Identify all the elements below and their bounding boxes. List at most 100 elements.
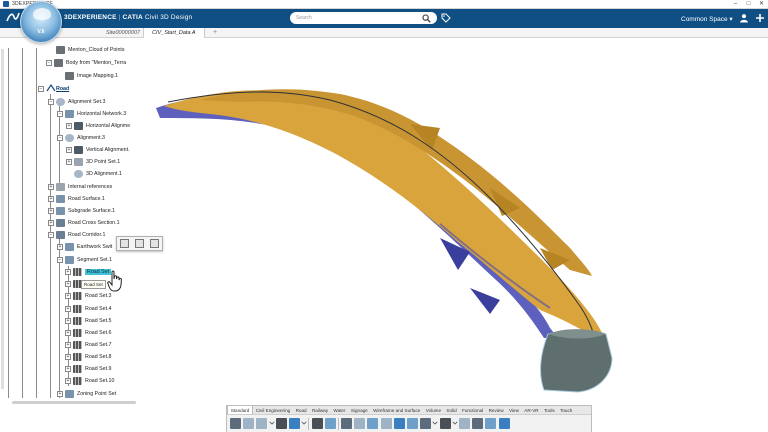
- tree-item-3d-alignment[interactable]: 3D Alignment.1: [74, 168, 122, 179]
- tab-tools[interactable]: Tools: [541, 406, 557, 414]
- tree-horizontal-scrollbar[interactable]: [12, 401, 136, 404]
- expand-toggle[interactable]: +: [66, 122, 72, 129]
- tab-civ-start-data[interactable]: CIV_Start_Data A: [143, 28, 205, 38]
- tree-item-alignment-set[interactable]: − Alignment Set.3: [48, 96, 105, 107]
- dropdown-arrow-icon[interactable]: [451, 419, 458, 425]
- tag-icon[interactable]: [441, 13, 451, 23]
- tab-touch[interactable]: Touch: [557, 406, 575, 414]
- search-input[interactable]: Search: [296, 15, 422, 21]
- close-button[interactable]: ✕: [755, 0, 768, 8]
- dropdown-arrow-icon[interactable]: [268, 419, 275, 425]
- tree-item-3d-point-set[interactable]: + 3D Point Set.1: [66, 156, 120, 167]
- tab-signage[interactable]: Signage: [348, 406, 370, 414]
- 3d-viewport[interactable]: [140, 38, 768, 402]
- expand-toggle[interactable]: +: [48, 183, 54, 190]
- tree-item-road-surface[interactable]: + Road Surface.1: [48, 193, 105, 204]
- expand-toggle[interactable]: +: [65, 365, 71, 372]
- tree-item-road-set-8[interactable]: + Road Set.8: [65, 351, 112, 362]
- tree-item-subgrade-surface[interactable]: + Subgrade Surface.1: [48, 205, 115, 216]
- tab-view[interactable]: View: [506, 406, 521, 414]
- road-tool-icon[interactable]: [341, 418, 353, 429]
- copy-icon[interactable]: [243, 418, 255, 429]
- tab-review[interactable]: Review: [486, 406, 506, 414]
- expand-toggle[interactable]: +: [65, 280, 71, 287]
- tree-item-cloud-points[interactable]: Menton_Cloud of Points: [56, 44, 125, 55]
- collapse-toggle[interactable]: −: [57, 134, 63, 141]
- tree-item-road-set-4[interactable]: + Road Set.4: [65, 303, 112, 314]
- tab-road[interactable]: Road: [293, 406, 309, 414]
- add-icon[interactable]: [755, 13, 765, 23]
- tree-item-vertical-alignment[interactable]: + Vertical Alignment.: [66, 144, 130, 155]
- expand-toggle[interactable]: +: [57, 390, 63, 397]
- tree-item-earthwork[interactable]: + Earthwork Swit: [57, 241, 112, 252]
- tab-solid[interactable]: Solid: [444, 406, 460, 414]
- tab-wireframe-surface[interactable]: Wireframe and Surface: [370, 406, 423, 414]
- expand-toggle[interactable]: +: [65, 292, 71, 299]
- dropdown-arrow-icon[interactable]: [301, 419, 307, 425]
- expand-toggle[interactable]: +: [48, 207, 54, 214]
- delete-icon[interactable]: [275, 418, 287, 429]
- tab-functional[interactable]: Functional: [459, 406, 486, 414]
- sketch-tool-icon[interactable]: [439, 418, 451, 429]
- tab-civil-engineering[interactable]: Civil Engineering: [253, 406, 293, 414]
- tab-volume[interactable]: Volume: [423, 406, 444, 414]
- tab-ar-vr[interactable]: AR-VR: [522, 406, 542, 414]
- maximize-button[interactable]: □: [742, 0, 755, 8]
- view-tool-icon[interactable]: [485, 418, 497, 429]
- tree-item-road-set-7[interactable]: + Road Set.7: [65, 339, 112, 350]
- fit-all-icon[interactable]: [324, 418, 336, 429]
- tree-item-road-set-10[interactable]: + Road Set.10: [65, 375, 114, 386]
- tree-item-body-from[interactable]: − Body from "Menton_Terra: [46, 57, 126, 68]
- context-action-icon[interactable]: [120, 239, 129, 248]
- collapse-toggle[interactable]: −: [46, 59, 52, 66]
- tree-item-zoning-point-set[interactable]: + Zoning Point Set: [57, 388, 116, 399]
- expand-toggle[interactable]: +: [65, 329, 71, 336]
- earthwork-tool-icon[interactable]: [420, 418, 432, 429]
- tab-railway[interactable]: Railway: [309, 406, 330, 414]
- collapse-toggle[interactable]: −: [57, 110, 63, 117]
- tree-item-road-corridor[interactable]: − Road Corridor.1: [48, 229, 105, 240]
- section-tool-icon[interactable]: [393, 418, 405, 429]
- paste-icon[interactable]: [256, 418, 268, 429]
- tree-item-road-set-6[interactable]: + Road Set.6: [65, 327, 112, 338]
- measure-tool-icon[interactable]: [458, 418, 470, 429]
- tab-site[interactable]: Site00000007: [98, 28, 148, 38]
- collapse-toggle[interactable]: −: [57, 256, 63, 263]
- collapse-toggle[interactable]: −: [48, 231, 54, 238]
- zoom-icon[interactable]: [311, 418, 323, 429]
- search-bar[interactable]: Search: [290, 12, 437, 24]
- tree-item-road-set-9[interactable]: + Road Set.9: [65, 363, 112, 374]
- expand-toggle[interactable]: +: [65, 268, 71, 275]
- add-tab-button[interactable]: +: [213, 28, 217, 38]
- corridor-tool-icon[interactable]: [354, 418, 366, 429]
- ds-logo-icon[interactable]: [6, 11, 20, 26]
- alignment-tool-icon[interactable]: [380, 418, 392, 429]
- expand-toggle[interactable]: +: [48, 219, 54, 226]
- tree-scrollbar[interactable]: [1, 49, 4, 389]
- lock-tool-icon[interactable]: [472, 418, 484, 429]
- tree-item-image-mapping[interactable]: Image Mapping.1: [65, 70, 118, 81]
- terrain-tool-icon[interactable]: [407, 418, 418, 429]
- tree-item-road-set-3[interactable]: + Road Set.3: [65, 290, 112, 301]
- expand-toggle[interactable]: +: [65, 377, 71, 384]
- tree-item-road[interactable]: − Road: [38, 83, 69, 94]
- tree-item-horizontal-network[interactable]: − Horizontal Network.3: [57, 108, 126, 119]
- expand-toggle[interactable]: +: [65, 341, 71, 348]
- dropdown-arrow-icon[interactable]: [432, 419, 439, 425]
- tree-item-road-set-5[interactable]: + Road Set.5: [65, 315, 112, 326]
- compass-icon[interactable]: V.6: [20, 1, 62, 43]
- tree-item-segment-set[interactable]: − Segment Set.1: [57, 254, 112, 265]
- expand-toggle[interactable]: +: [66, 158, 72, 165]
- user-icon[interactable]: [739, 13, 749, 23]
- render-tool-icon[interactable]: [498, 418, 510, 429]
- cut-icon[interactable]: [230, 418, 241, 429]
- minimize-button[interactable]: –: [729, 0, 742, 8]
- space-selector[interactable]: Common Space ▾: [681, 15, 733, 23]
- expand-toggle[interactable]: +: [48, 195, 54, 202]
- tree-item-alignment-3[interactable]: − Alignment.3: [57, 132, 105, 143]
- tab-standard[interactable]: Standard: [227, 406, 254, 414]
- tree-item-road-set-1[interactable]: + Road Set: [65, 266, 112, 277]
- surface-tool-icon[interactable]: [367, 418, 379, 429]
- tree-item-internal-references[interactable]: + Internal references: [48, 181, 112, 192]
- collapse-toggle[interactable]: −: [48, 98, 54, 105]
